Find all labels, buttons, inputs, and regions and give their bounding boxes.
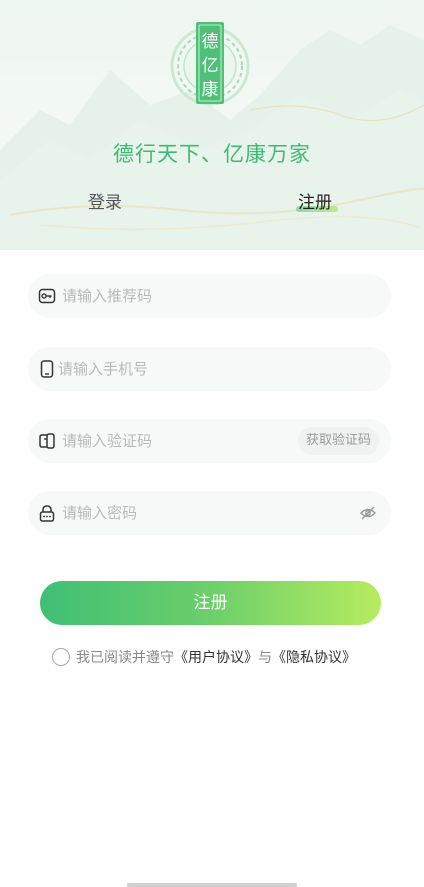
verification-code-field[interactable]: 请输入验证码 获取验证码 bbox=[28, 419, 391, 463]
password-field[interactable]: 请输入密码 bbox=[28, 491, 391, 535]
register-button[interactable]: 注册 bbox=[40, 581, 381, 625]
verification-code-placeholder: 请输入验证码 bbox=[62, 432, 153, 450]
home-indicator bbox=[127, 883, 297, 887]
logo-char-3: 康 bbox=[202, 80, 219, 100]
agreement-text: 我已阅读并遵守《用户协议》与《隐私协议》 bbox=[76, 648, 356, 668]
hero-banner: 德 亿 康 德行天下、亿康万家 bbox=[0, 0, 424, 250]
eye-off-icon[interactable] bbox=[359, 504, 377, 522]
privacy-policy-link[interactable]: 《隐私协议》 bbox=[272, 650, 356, 666]
brand-logo: 德 亿 康 bbox=[170, 22, 250, 106]
referral-code-field[interactable]: 请输入推荐码 bbox=[28, 274, 391, 318]
agreement-prefix: 我已阅读并遵守 bbox=[76, 650, 174, 666]
slogan: 德行天下、亿康万家 bbox=[113, 142, 311, 166]
phone-placeholder: 请输入手机号 bbox=[58, 360, 149, 378]
key-icon bbox=[38, 288, 56, 304]
password-placeholder: 请输入密码 bbox=[62, 504, 138, 522]
get-code-button[interactable]: 获取验证码 bbox=[297, 427, 379, 455]
message-code-icon bbox=[39, 433, 55, 449]
logo-char-1: 德 bbox=[202, 32, 219, 52]
tab-register[interactable]: 注册 bbox=[298, 190, 332, 216]
agreement-joiner: 与 bbox=[258, 650, 272, 666]
logo-char-2: 亿 bbox=[202, 56, 219, 76]
tab-login[interactable]: 登录 bbox=[88, 190, 122, 216]
lock-icon bbox=[39, 505, 55, 522]
user-agreement-link[interactable]: 《用户协议》 bbox=[174, 650, 258, 666]
referral-code-placeholder: 请输入推荐码 bbox=[62, 287, 153, 305]
phone-field[interactable]: 请输入手机号 bbox=[28, 347, 391, 391]
phone-icon bbox=[40, 360, 54, 378]
agreement-checkbox[interactable] bbox=[52, 648, 70, 666]
